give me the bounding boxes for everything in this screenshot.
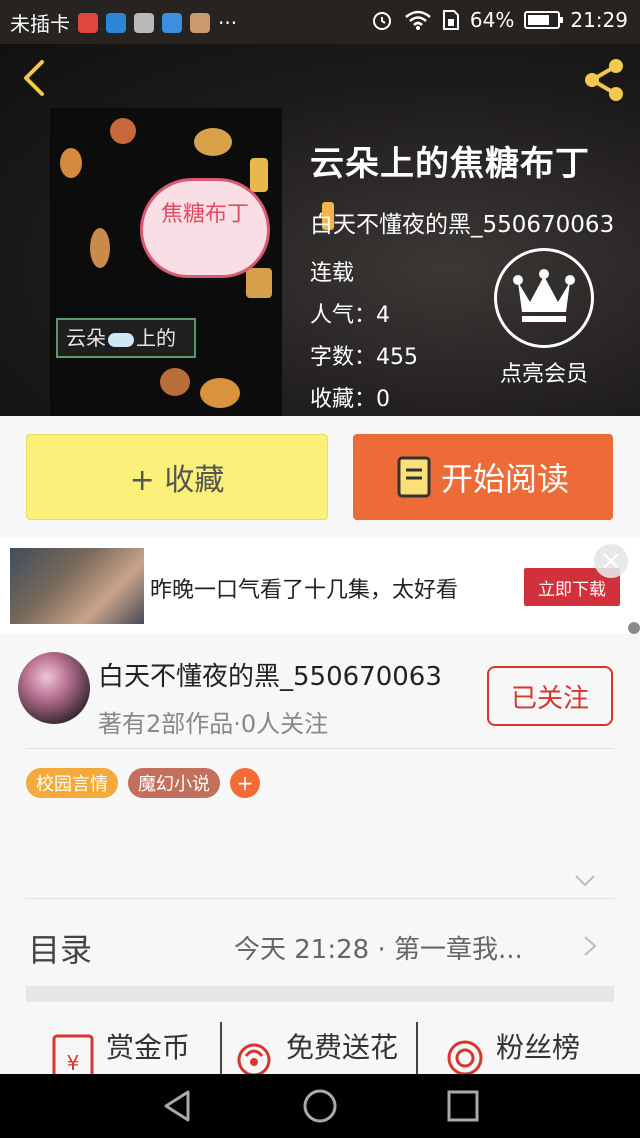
cover-title-text: 焦糖布丁 (160, 202, 249, 227)
app-notification-icon (162, 12, 182, 33)
app-notification-icon (190, 12, 210, 33)
nav-home-icon[interactable] (302, 1088, 338, 1124)
clock: 21:29 (570, 8, 628, 32)
support-actions: ¥ 赏金币 免费送花 粉丝榜 (0, 1002, 640, 1084)
book-title: 云朵上的焦糖布丁 (310, 144, 590, 184)
reward-coins-label: 赏金币 (106, 1031, 191, 1064)
cover-decoration (200, 378, 240, 408)
chevron-down-icon[interactable] (574, 874, 596, 888)
nav-recents-icon[interactable] (446, 1089, 480, 1123)
author-card: 白天不懂夜的黑_550670063 著有2部作品·0人关注 已关注 校园言情 魔… (0, 634, 640, 898)
cover-decoration (60, 148, 82, 178)
book-header: 焦糖布丁 云朵 上的 云朵上的焦糖布丁 白天不懂夜的黑_550670063 连载 … (0, 44, 640, 416)
tag-list: 校园言情 魔幻小说 + (26, 768, 260, 798)
ad-text: 昨晚一口气看了十几集，太好看 (150, 578, 459, 603)
book-icon (397, 456, 431, 498)
battery-icon (524, 11, 564, 29)
latest-chapter: 今天 21:28 · 第一章我... (234, 935, 523, 965)
fans-rank-label: 粉丝榜 (496, 1031, 581, 1064)
ad-banner[interactable]: 昨晚一口气看了十几集，太好看 立即下载 × (0, 538, 640, 634)
back-icon[interactable] (16, 58, 56, 98)
divider (416, 1022, 418, 1074)
start-reading-label: 开始阅读 (440, 460, 569, 498)
author-stats: 著有2部作品·0人关注 (98, 710, 329, 738)
reward-coins-button[interactable]: ¥ 赏金币 (50, 1022, 210, 1084)
divider (220, 1022, 222, 1074)
cover-decoration (90, 228, 110, 268)
cover-subtitle-text: 云朵 上的 (66, 326, 176, 350)
send-flower-button[interactable]: 免费送花 (234, 1022, 414, 1077)
alarm-icon (372, 12, 391, 30)
start-reading-button[interactable]: 开始阅读 (353, 434, 613, 520)
svg-text:¥: ¥ (67, 1051, 80, 1075)
avatar[interactable] (18, 652, 90, 724)
table-of-contents-row[interactable]: 目录 今天 21:28 · 第一章我... (26, 898, 614, 986)
app-notification-icon (106, 12, 126, 33)
book-cover[interactable]: 焦糖布丁 云朵 上的 (50, 108, 282, 416)
crown-icon (513, 269, 575, 322)
ad-image (10, 548, 144, 624)
toc-title: 目录 (28, 931, 93, 969)
collect-button[interactable]: + 收藏 (26, 434, 328, 520)
chevron-right-icon (584, 936, 597, 956)
add-tag-button[interactable]: + (230, 768, 260, 798)
sim-icon (442, 10, 459, 30)
nav-back-icon[interactable] (160, 1088, 196, 1124)
book-author[interactable]: 白天不懂夜的黑_550670063 (310, 205, 614, 239)
vip-label: 点亮会员 (499, 362, 588, 387)
vip-button[interactable]: 点亮会员 (494, 248, 594, 388)
cover-decoration (250, 158, 268, 192)
cover-decoration (246, 268, 272, 298)
tag-campus-romance[interactable]: 校园言情 (26, 768, 118, 798)
send-flower-label: 免费送花 (286, 1031, 399, 1064)
action-bar: + 收藏 开始阅读 (0, 416, 640, 538)
tag-fantasy-novel[interactable]: 魔幻小说 (128, 768, 220, 798)
author-name[interactable]: 白天不懂夜的黑_550670063 (98, 656, 442, 693)
app-notification-icon (78, 12, 98, 33)
share-icon[interactable] (580, 56, 628, 104)
wifi-icon (405, 10, 431, 30)
fans-rank-button[interactable]: 粉丝榜 (444, 1022, 604, 1076)
more-notifications-icon: ··· (218, 10, 238, 35)
ad-info-icon[interactable] (628, 622, 640, 634)
app-notification-icon (134, 12, 154, 33)
cover-decoration (110, 118, 136, 144)
follow-button[interactable]: 已关注 (487, 666, 613, 726)
section-separator (26, 986, 614, 1002)
cover-decoration (160, 368, 190, 396)
status-bar: 未插卡 ··· 64% 21:29 (0, 0, 640, 44)
carrier-text: 未插卡 (10, 12, 70, 36)
divider (26, 748, 614, 749)
battery-percent: 64% (469, 8, 515, 32)
ad-close-icon[interactable]: × (594, 544, 628, 578)
system-nav-bar (0, 1074, 640, 1138)
cover-decoration (194, 128, 232, 156)
